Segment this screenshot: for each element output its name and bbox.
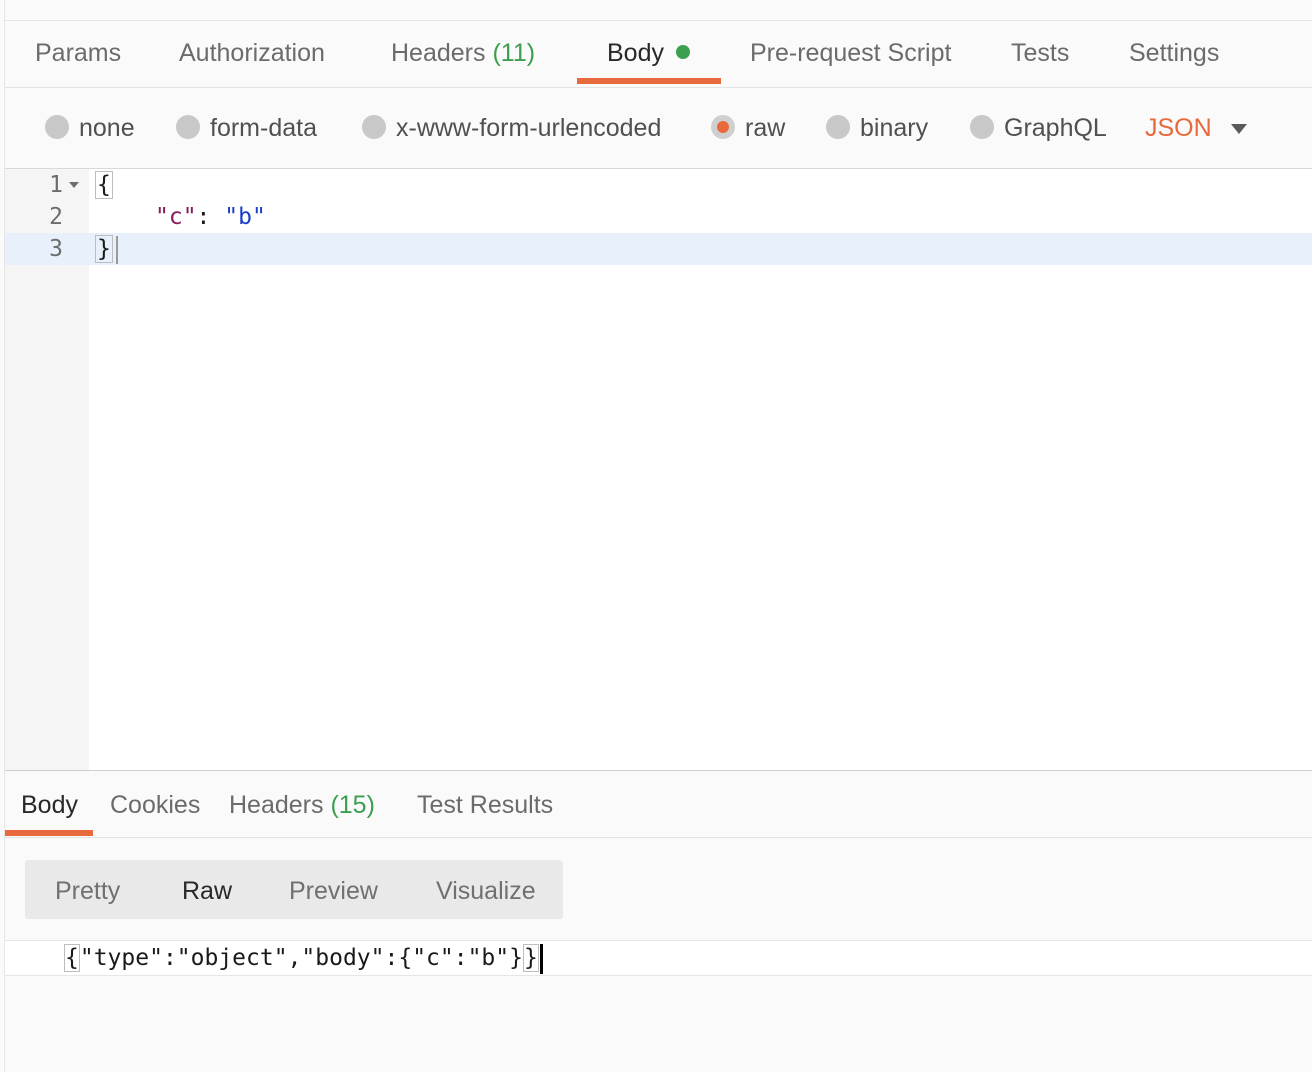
format-dropdown[interactable]: JSON xyxy=(1145,88,1212,168)
text-cursor xyxy=(539,943,543,974)
view-pretty-button[interactable]: Pretty xyxy=(55,860,120,919)
radio-binary[interactable]: binary xyxy=(826,88,928,168)
radio-urlencoded-label: x-www-form-urlencoded xyxy=(396,114,662,142)
line-number: 2 xyxy=(49,204,63,230)
code-text: } xyxy=(95,233,118,265)
view-pretty-label: Pretty xyxy=(55,877,121,905)
radio-raw-label: raw xyxy=(745,114,786,142)
resp-tab-test-results-label: Test Results xyxy=(417,791,554,819)
radio-raw[interactable]: raw xyxy=(711,88,785,168)
view-mode-selector: Pretty Raw Preview Visualize xyxy=(25,860,563,919)
tab-settings-label: Settings xyxy=(1129,39,1220,67)
line-number: 3 xyxy=(49,236,63,262)
code-text: "c": "b" xyxy=(155,201,266,233)
tab-settings[interactable]: Settings xyxy=(1129,21,1219,87)
resp-tab-body[interactable]: Body xyxy=(21,771,78,837)
tab-tests-label: Tests xyxy=(1011,39,1070,67)
radio-graphql-label: GraphQL xyxy=(1004,114,1107,142)
json-value: "b" xyxy=(224,204,266,230)
tab-pre-request-script[interactable]: Pre-request Script xyxy=(750,21,951,87)
resp-active-tab-indicator xyxy=(5,830,93,836)
radio-circle-icon xyxy=(176,115,200,140)
line-number: 1 xyxy=(49,172,63,198)
code-text: { xyxy=(95,169,113,201)
radio-graphql[interactable]: GraphQL xyxy=(970,88,1107,168)
matched-brace: { xyxy=(64,944,80,972)
response-text: {"type":"object","body":{"c":"b"}} xyxy=(64,941,543,975)
tab-authorization-label: Authorization xyxy=(179,39,325,67)
resp-tab-headers[interactable]: Headers (15) xyxy=(229,771,375,837)
tab-params[interactable]: Params xyxy=(35,21,121,87)
editor-line: 1 { xyxy=(5,169,1312,201)
response-raw-output[interactable]: {"type":"object","body":{"c":"b"}} xyxy=(5,940,1312,976)
radio-circle-icon xyxy=(45,115,69,140)
view-visualize-label: Visualize xyxy=(436,877,536,905)
resp-tab-body-label: Body xyxy=(21,791,78,819)
matched-brace: } xyxy=(95,235,113,263)
postman-request-panel: Params Authorization Headers (11) Body P… xyxy=(4,0,1312,1072)
response-tabs: Body Cookies Headers (15) Test Results xyxy=(5,771,1312,838)
tab-pre-request-script-label: Pre-request Script xyxy=(750,39,952,67)
radio-selected-icon xyxy=(711,115,735,140)
radio-form-data-label: form-data xyxy=(210,114,317,142)
view-preview-label: Preview xyxy=(289,877,378,905)
headers-count-badge: (11) xyxy=(492,39,536,67)
radio-form-data[interactable]: form-data xyxy=(176,88,317,168)
matched-brace: } xyxy=(522,944,539,972)
tab-headers[interactable]: Headers (11) xyxy=(391,21,535,87)
resp-headers-count-badge: (15) xyxy=(330,791,375,819)
body-modified-dot-icon xyxy=(675,45,690,60)
top-strip xyxy=(5,0,1312,21)
radio-circle-icon xyxy=(826,115,850,140)
radio-binary-label: binary xyxy=(860,114,929,142)
resp-tab-test-results[interactable]: Test Results xyxy=(417,771,553,837)
active-tab-indicator xyxy=(577,78,721,84)
response-body-text: "type":"object","body":{"c":"b"} xyxy=(79,945,523,971)
view-preview-button[interactable]: Preview xyxy=(289,860,378,919)
text-cursor xyxy=(115,235,118,264)
format-dropdown-value: JSON xyxy=(1145,114,1212,142)
tab-params-label: Params xyxy=(35,39,122,67)
body-type-selector: none form-data x-www-form-urlencoded raw… xyxy=(5,88,1312,169)
radio-none[interactable]: none xyxy=(45,88,135,168)
view-raw-button[interactable]: Raw xyxy=(182,860,232,919)
tab-authorization[interactable]: Authorization xyxy=(179,21,325,87)
radio-circle-icon xyxy=(970,115,994,140)
chevron-down-icon[interactable] xyxy=(1231,124,1247,134)
radio-urlencoded[interactable]: x-www-form-urlencoded xyxy=(362,88,661,168)
tab-tests[interactable]: Tests xyxy=(1011,21,1069,87)
json-key: "c" xyxy=(155,204,197,230)
json-separator: : xyxy=(196,204,225,230)
editor-line: 2 "c": "b" xyxy=(5,201,1312,233)
matched-brace: { xyxy=(95,171,113,199)
resp-tab-headers-label: Headers xyxy=(229,791,324,819)
radio-none-label: none xyxy=(79,114,135,142)
resp-tab-cookies-label: Cookies xyxy=(110,791,201,819)
tab-headers-label: Headers xyxy=(391,39,486,67)
fold-caret-icon[interactable] xyxy=(69,182,79,188)
tab-body-label: Body xyxy=(607,39,664,67)
body-code-editor[interactable]: 1 { 2 "c": "b" 3 } xyxy=(5,169,1312,771)
editor-line-active: 3 } xyxy=(5,233,1312,265)
resp-tab-cookies[interactable]: Cookies xyxy=(110,771,200,837)
view-visualize-button[interactable]: Visualize xyxy=(436,860,536,919)
radio-circle-icon xyxy=(362,115,386,140)
view-raw-label: Raw xyxy=(182,877,233,905)
